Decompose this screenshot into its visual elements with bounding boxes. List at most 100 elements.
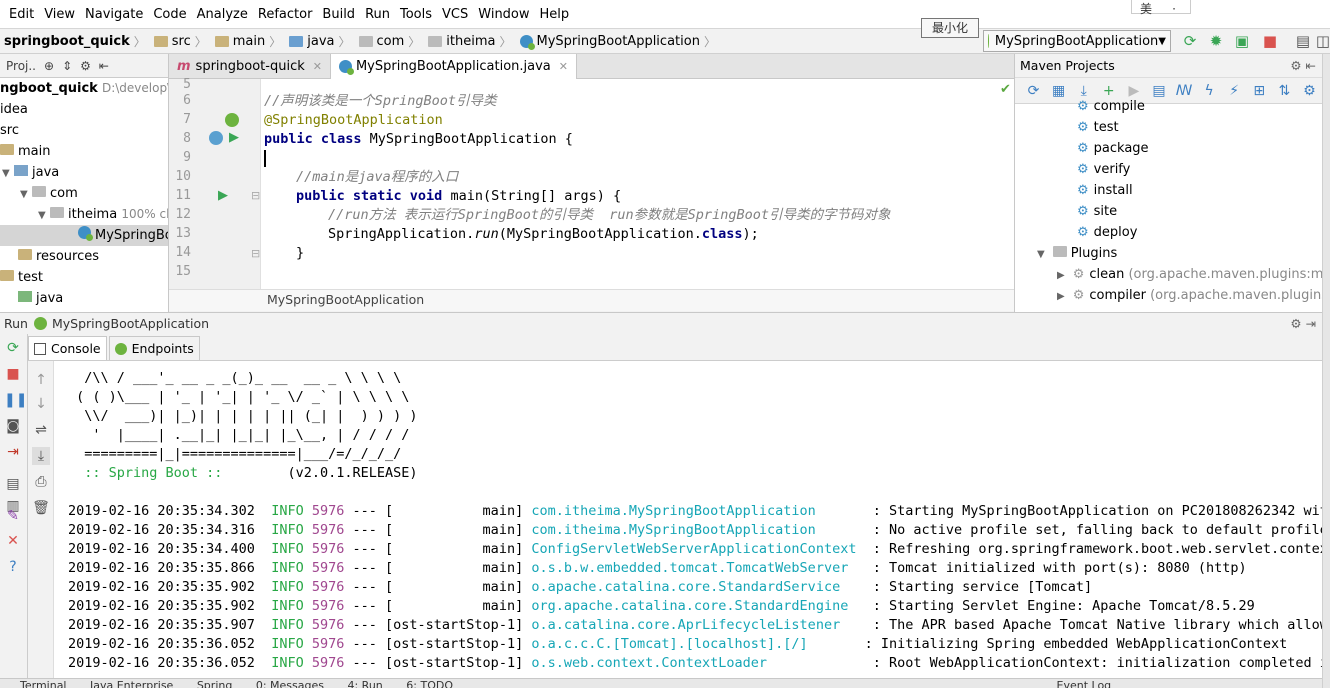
menu-build[interactable]: Build <box>317 0 360 29</box>
chevron-down-icon[interactable]: ▼ <box>38 205 50 226</box>
screenshot-icon[interactable]: ◙ <box>4 417 22 435</box>
ime-indicator[interactable]: 美 <box>1132 0 1160 17</box>
scroll-to-end-icon[interactable]: ⤓ <box>32 447 50 465</box>
project-view-selector[interactable]: Proj.. <box>6 59 36 73</box>
spring-bean-icon[interactable] <box>225 113 239 127</box>
fold-icon[interactable]: ⊟ <box>251 189 260 202</box>
stop-icon[interactable]: ■ <box>4 365 22 383</box>
chevron-down-icon[interactable]: ▼ <box>20 184 32 205</box>
menu-tools[interactable]: Tools <box>395 0 437 29</box>
pause-icon[interactable]: ❚❚ <box>4 391 27 409</box>
maven-goal-compile[interactable]: ⚙ compile <box>1015 96 1322 117</box>
run-configuration-select[interactable]: MySpringBootApplication ▼ <box>983 30 1171 52</box>
close-icon[interactable]: ✕ <box>4 532 22 550</box>
skip-tests-icon[interactable]: ϟ <box>1197 83 1222 99</box>
chevron-right-icon[interactable]: ▶ <box>1057 270 1065 281</box>
maven-plugins-node[interactable]: ▼ Plugins <box>1015 243 1322 264</box>
reimport-icon[interactable]: ⟳ <box>1021 83 1046 99</box>
tab-console[interactable]: Console <box>28 336 107 360</box>
show-dependencies-icon[interactable]: ⊞ <box>1247 83 1272 99</box>
run-configuration-icon[interactable]: ▤ <box>1146 83 1171 99</box>
menu-run[interactable]: Run <box>360 0 395 29</box>
console-output[interactable]: /\\ / ___'_ __ _ _(_)_ __ __ _ \ \ \ \ (… <box>54 361 1322 678</box>
maven-plugin-compiler[interactable]: ▶ ⚙ compiler (org.apache.maven.plugins:m <box>1015 285 1322 306</box>
maven-goal-test[interactable]: ⚙ test <box>1015 117 1322 138</box>
tree-item-itheima[interactable]: ▼ itheima 100% cl <box>0 204 168 225</box>
lightning-icon[interactable]: ⚡ <box>1222 83 1247 99</box>
tool-tab-todo[interactable]: 6: TODO <box>406 680 453 688</box>
tree-item-class[interactable]: MySpringBo <box>0 225 168 246</box>
menu-window[interactable]: Window <box>473 0 534 29</box>
project-structure-icon[interactable]: ▤ <box>1294 32 1312 50</box>
maven-goal-deploy[interactable]: ⚙ deploy <box>1015 222 1322 243</box>
tree-item-test-java[interactable]: java <box>0 288 168 309</box>
collapse-icon[interactable]: ⇕ <box>62 59 72 73</box>
target-icon[interactable]: ⊕ <box>44 59 54 73</box>
tool-tab-messages[interactable]: 0: Messages <box>256 680 324 688</box>
tree-item-src[interactable]: src <box>0 120 168 141</box>
print-icon[interactable]: ⎙ <box>32 473 50 491</box>
tree-item-resources[interactable]: resources <box>0 246 168 267</box>
crumb-itheima[interactable]: itheima 〉 <box>424 29 515 54</box>
tree-item-project[interactable]: ngboot_quick D:\develop\sp <box>0 78 168 99</box>
chevron-down-icon[interactable]: ▼ <box>1037 249 1045 260</box>
tool-tab-run[interactable]: 4: Run <box>347 680 382 688</box>
crumb-project[interactable]: springboot_quick 〉 <box>0 29 150 54</box>
maven-goal-install[interactable]: ⚙ install <box>1015 180 1322 201</box>
tree-item-idea[interactable]: idea <box>0 99 168 120</box>
maven-goal-verify[interactable]: ⚙ verify <box>1015 159 1322 180</box>
coverage-icon[interactable]: ▣ <box>1233 32 1251 50</box>
crumb-class[interactable]: MySpringBootApplication 〉 <box>516 29 720 54</box>
toggle-offline-icon[interactable]: ꟿ <box>1171 83 1196 99</box>
chevron-down-icon[interactable]: ▼ <box>2 163 14 184</box>
crumb-com[interactable]: com 〉 <box>355 29 425 54</box>
tree-item-test[interactable]: test <box>0 267 168 288</box>
spring-context-icon[interactable] <box>209 131 223 145</box>
run-gutter-icon[interactable]: ▶ <box>218 188 228 203</box>
chevron-right-icon[interactable]: ▶ <box>1057 291 1065 302</box>
crumb-src[interactable]: src 〉 <box>150 29 211 54</box>
tree-item-com[interactable]: ▼ com <box>0 183 168 204</box>
code-editor[interactable]: //声明该类是一个SpringBoot引导类 @SpringBootApplic… <box>261 79 1014 289</box>
arrow-up-icon[interactable]: ↑ <box>32 371 50 389</box>
menu-view[interactable]: View <box>39 0 80 29</box>
tree-item-main[interactable]: main <box>0 141 168 162</box>
close-icon[interactable]: ✕ <box>313 55 322 79</box>
soft-wrap-icon[interactable]: ⇌ <box>32 421 50 439</box>
generate-sources-icon[interactable]: ▦ <box>1046 83 1071 99</box>
gear-icon[interactable]: ⚙ ⇤ <box>1290 54 1316 78</box>
fold-icon[interactable]: ⊟ <box>251 247 260 260</box>
close-icon[interactable]: ✕ <box>559 55 568 79</box>
maven-goal-package[interactable]: ⚙ package <box>1015 138 1322 159</box>
maven-goal-site[interactable]: ⚙ site <box>1015 201 1322 222</box>
menu-edit[interactable]: Edit <box>4 0 39 29</box>
menu-refactor[interactable]: Refactor <box>253 0 318 29</box>
tool-tab-event-log[interactable]: Event Log <box>1057 680 1112 688</box>
sdk-icon[interactable]: ◫ <box>1314 32 1330 50</box>
pin-icon[interactable]: ✎ <box>4 507 22 525</box>
debug-icon[interactable]: ✹ <box>1207 32 1225 50</box>
gear-icon[interactable]: ⚙ ⇥ <box>1290 313 1316 334</box>
layout-icon[interactable]: ▤ <box>4 475 22 493</box>
maven-plugin-clean[interactable]: ▶ ⚙ clean (org.apache.maven.plugins:maven <box>1015 264 1322 285</box>
collapse-all-icon[interactable]: ⇅ <box>1272 83 1297 99</box>
hide-icon[interactable]: ⇤ <box>99 59 109 73</box>
tool-tab-java-enterprise[interactable]: Java Enterprise <box>90 680 173 688</box>
run-config-tab[interactable]: MySpringBootApplication <box>52 313 209 334</box>
settings-icon[interactable]: ⚙ <box>1297 83 1322 99</box>
tab-springboot-quick[interactable]: m springboot-quick ✕ <box>169 54 331 79</box>
menu-analyze[interactable]: Analyze <box>192 0 253 29</box>
menu-help[interactable]: Help <box>535 0 575 29</box>
tab-myspringbootapplication[interactable]: MySpringBootApplication.java ✕ <box>330 54 577 79</box>
tool-tab-terminal[interactable]: Terminal <box>20 680 67 688</box>
stop-icon[interactable]: ■ <box>1261 32 1279 50</box>
editor-breadcrumb[interactable]: MySpringBootApplication <box>169 289 1014 311</box>
run-gutter-icon[interactable]: ▶ <box>229 130 239 145</box>
trash-icon[interactable]: 🗑 <box>32 499 50 517</box>
rerun-icon[interactable]: ⟳ <box>4 339 22 357</box>
rerun-icon[interactable]: ⟳ <box>1181 32 1199 50</box>
crumb-java[interactable]: java 〉 <box>285 29 354 54</box>
exit-icon[interactable]: ⇥ <box>4 443 22 461</box>
gear-icon[interactable]: ⚙ <box>80 59 91 73</box>
crumb-main[interactable]: main 〉 <box>211 29 286 54</box>
